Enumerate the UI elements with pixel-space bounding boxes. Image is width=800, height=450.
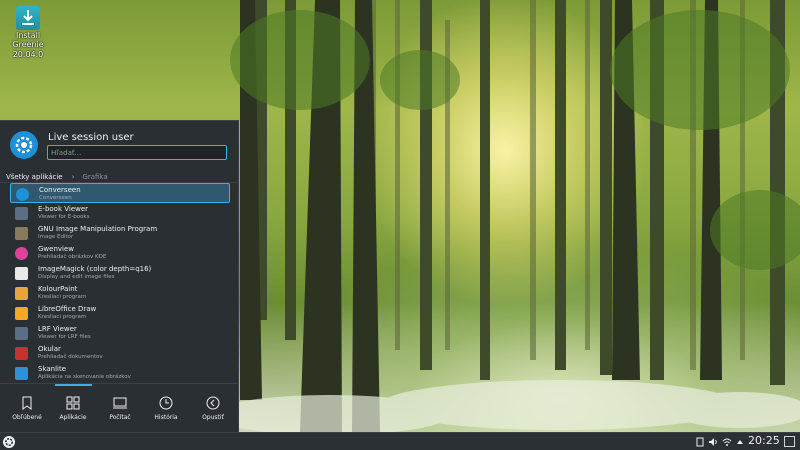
tab-label: História: [154, 414, 178, 421]
app-name: KolourPaint: [38, 285, 78, 293]
app-name: LRF Viewer: [38, 325, 77, 333]
app-item[interactable]: ImageMagick (color depth=q16) Display and…: [10, 263, 230, 283]
clipboard-icon[interactable]: [695, 437, 705, 447]
application-launcher-button[interactable]: [2, 435, 16, 449]
app-description: Prehliadač obrázkov KDE: [38, 254, 107, 260]
gwenview-icon: [15, 247, 28, 260]
app-item[interactable]: Gwenview Prehliadač obrázkov KDE: [10, 243, 230, 263]
tab-favorites[interactable]: Obľúbené: [4, 384, 50, 434]
kolourpaint-icon: [15, 287, 28, 300]
kde-gear-icon: [15, 136, 33, 154]
desktop-icon-install[interactable]: Install Greenie 20.04.0: [4, 4, 52, 59]
breadcrumb-all-apps[interactable]: Všetky aplikácie: [6, 173, 63, 181]
avatar[interactable]: [10, 131, 38, 159]
app-item[interactable]: Skanlite Aplikácia na skenovanie obrázkov: [10, 363, 230, 383]
grid-icon: [66, 396, 80, 410]
app-description: Viewer for E-books: [38, 214, 90, 220]
tab-label: Opustiť: [202, 414, 224, 421]
skanlite-icon: [15, 367, 28, 380]
launcher-header: Live session user: [0, 121, 239, 169]
clock[interactable]: 20:25: [748, 434, 780, 447]
tab-applications[interactable]: Aplikácie: [50, 384, 96, 434]
libreoffice-draw-icon: [15, 307, 28, 320]
launcher-tabs: Obľúbené Aplikácie Počítač História Opus…: [0, 383, 238, 433]
tab-leave[interactable]: Opustiť: [190, 384, 236, 434]
app-item[interactable]: Converseen Converseen: [10, 183, 230, 203]
volume-icon[interactable]: [708, 437, 718, 447]
user-name: Live session user: [48, 132, 134, 143]
tab-computer[interactable]: Počítač: [97, 384, 143, 434]
ebook-viewer-icon: [15, 207, 28, 220]
app-name: Skanlite: [38, 365, 67, 373]
app-item[interactable]: GNU Image Manipulation Program Image Edit…: [10, 223, 230, 243]
app-name: Gwenview: [38, 245, 75, 253]
app-description: Kresliaci program: [38, 294, 87, 300]
app-name: Okular: [38, 345, 61, 353]
app-description: Converseen: [39, 195, 72, 201]
app-name: LibreOffice Draw: [38, 305, 97, 313]
download-icon: [16, 6, 40, 30]
expand-tray-icon[interactable]: [735, 437, 745, 447]
app-description: Aplikácia na skenovanie obrázkov: [38, 374, 131, 380]
tab-label: Aplikácie: [59, 414, 87, 421]
lrf-viewer-icon: [15, 327, 28, 340]
gimp-icon: [15, 227, 28, 240]
app-item[interactable]: LRF Viewer Viewer for LRF files: [10, 323, 230, 343]
app-description: Kresliaci program: [38, 314, 87, 320]
converseen-icon: [16, 188, 29, 201]
network-icon[interactable]: [722, 437, 732, 447]
app-list: Converseen Converseen E-book Viewer Viewer …: [10, 183, 230, 383]
app-name: ImageMagick (color depth=q16): [38, 265, 152, 273]
tab-label: Obľúbené: [12, 414, 42, 421]
app-item[interactable]: LibreOffice Draw Kresliaci program: [10, 303, 230, 323]
app-item[interactable]: KolourPaint Kresliaci program: [10, 283, 230, 303]
app-description: Prehliadač dokumentov: [38, 354, 103, 360]
bookmark-icon: [22, 396, 32, 410]
active-tab-indicator: [55, 384, 92, 386]
app-name: GNU Image Manipulation Program: [38, 225, 158, 233]
history-icon: [159, 396, 173, 410]
okular-icon: [15, 347, 28, 360]
app-name: Converseen: [39, 186, 81, 194]
app-description: Display and edit image files: [38, 274, 115, 280]
desktop-icon-label-2: 20.04.0: [12, 50, 44, 59]
show-desktop-button[interactable]: [784, 436, 795, 447]
search-input[interactable]: [47, 145, 227, 160]
desktop-icon-label-1: Install Greenie: [12, 31, 44, 49]
taskbar: 20:25: [0, 432, 800, 450]
computer-icon: [113, 397, 127, 409]
app-item[interactable]: E-book Viewer Viewer for E-books: [10, 203, 230, 223]
app-description: Viewer for LRF files: [38, 334, 91, 340]
tab-label: Počítač: [109, 414, 131, 421]
app-name: E-book Viewer: [38, 205, 89, 213]
imagemagick-icon: [15, 267, 28, 280]
app-item[interactable]: Okular Prehliadač dokumentov: [10, 343, 230, 363]
tab-history[interactable]: História: [143, 384, 189, 434]
breadcrumb-graphics[interactable]: Grafika: [82, 173, 107, 181]
app-description: Image Editor: [38, 234, 74, 240]
application-launcher: Live session user Všetky aplikácie › Gra…: [0, 120, 239, 432]
chevron-right-icon: ›: [71, 173, 75, 181]
leave-icon: [206, 396, 220, 410]
